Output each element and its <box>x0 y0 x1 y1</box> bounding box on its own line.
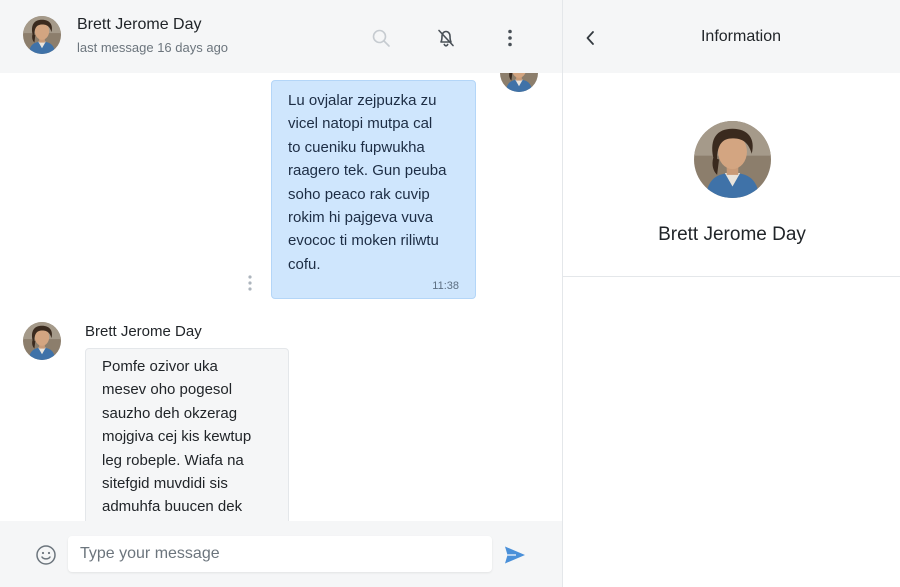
outgoing-message[interactable]: Lu ovjalar zejpuzka zu vicel natopi mutp… <box>271 80 476 299</box>
own-avatar <box>500 73 538 92</box>
message-time: 11:38 <box>432 280 459 292</box>
profile-avatar <box>694 121 771 198</box>
message-list[interactable]: Lu ovjalar zejpuzka zu vicel natopi mutp… <box>0 73 562 521</box>
info-divider <box>563 276 900 277</box>
info-panel: Information Brett Jerome Day <box>563 0 900 587</box>
message-text: Pomfe ozivor uka mesev oho pogesol sauzh… <box>102 358 252 516</box>
emoji-icon <box>36 545 56 565</box>
contact-name[interactable]: Brett Jerome Day <box>77 16 201 34</box>
message-options-button[interactable] <box>243 273 257 293</box>
message-text: Lu ovjalar zejpuzka zu vicel natopi mutp… <box>288 92 447 273</box>
send-icon <box>505 546 525 564</box>
mute-notifications-button[interactable] <box>432 24 460 52</box>
more-vertical-icon <box>248 275 252 291</box>
info-header: Information <box>563 0 900 73</box>
more-vertical-icon <box>508 29 512 47</box>
emoji-button[interactable] <box>34 543 58 567</box>
search-icon <box>372 29 390 47</box>
incoming-message[interactable]: Pomfe ozivor uka mesev oho pogesol sauzh… <box>85 348 289 521</box>
profile-name: Brett Jerome Day <box>658 224 806 245</box>
info-title: Information <box>700 28 782 45</box>
sender-avatar[interactable] <box>23 322 61 360</box>
send-button[interactable] <box>502 543 528 567</box>
message-input[interactable] <box>68 536 492 572</box>
more-options-button[interactable] <box>496 24 524 52</box>
last-message-status: last message 16 days ago <box>77 40 229 55</box>
message-composer <box>0 521 562 587</box>
chat-header: Brett Jerome Day last message 16 days ag… <box>0 0 562 73</box>
chat-panel: Brett Jerome Day last message 16 days ag… <box>0 0 562 587</box>
bell-off-icon <box>438 29 454 47</box>
sender-name: Brett Jerome Day <box>85 323 202 340</box>
search-button[interactable] <box>367 24 395 52</box>
contact-avatar[interactable] <box>23 16 61 54</box>
